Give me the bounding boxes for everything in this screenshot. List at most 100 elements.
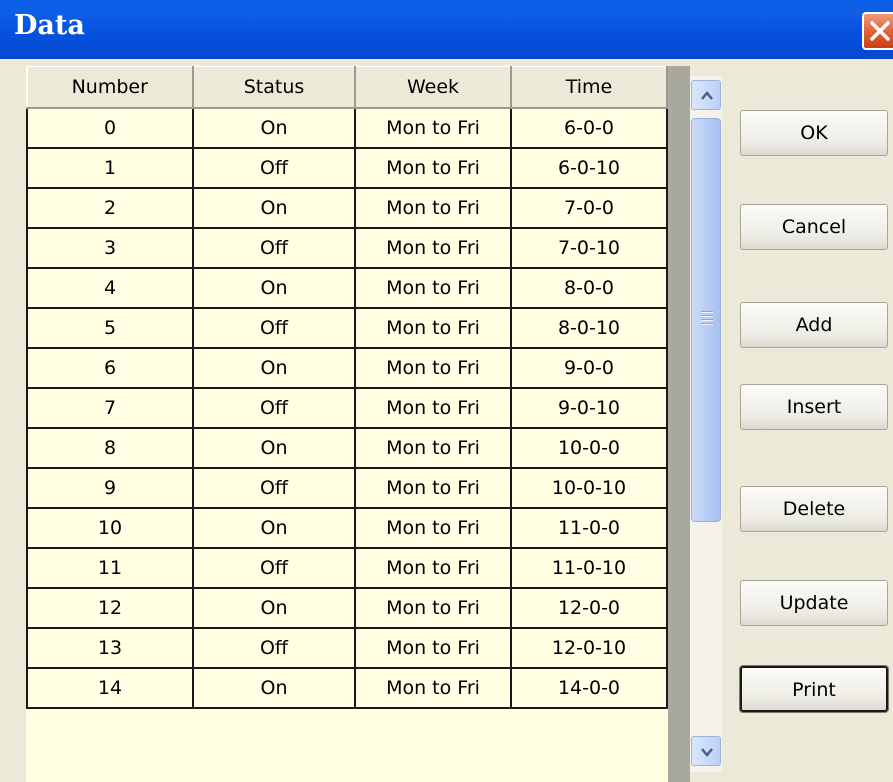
cell-number[interactable]: 8 — [26, 427, 194, 469]
cell-number[interactable]: 10 — [26, 507, 194, 549]
column-header-number[interactable]: Number — [26, 66, 194, 109]
table-row[interactable]: 5 Off Mon to Fri 8-0-10 — [26, 307, 668, 349]
cell-week[interactable]: Mon to Fri — [354, 427, 512, 469]
insert-button[interactable]: Insert — [740, 384, 888, 430]
header-row: Number Status Week Time — [26, 66, 668, 109]
close-icon — [870, 21, 890, 41]
cell-number[interactable]: 4 — [26, 267, 194, 309]
cell-time[interactable]: 9-0-10 — [510, 387, 668, 429]
cell-time[interactable]: 11-0-0 — [510, 507, 668, 549]
column-header-status[interactable]: Status — [192, 66, 356, 109]
scroll-up-button[interactable] — [691, 80, 721, 110]
cell-week[interactable]: Mon to Fri — [354, 627, 512, 669]
add-button[interactable]: Add — [740, 302, 888, 348]
cell-status[interactable]: On — [192, 107, 356, 149]
cell-week[interactable]: Mon to Fri — [354, 387, 512, 429]
table-row[interactable]: 7 Off Mon to Fri 9-0-10 — [26, 387, 668, 429]
cell-number[interactable]: 11 — [26, 547, 194, 589]
cell-status[interactable]: On — [192, 507, 356, 549]
column-header-week[interactable]: Week — [354, 66, 512, 109]
table-row[interactable]: 3 Off Mon to Fri 7-0-10 — [26, 227, 668, 269]
delete-button[interactable]: Delete — [740, 486, 888, 532]
table-row[interactable]: 13 Off Mon to Fri 12-0-10 — [26, 627, 668, 669]
cell-number[interactable]: 12 — [26, 587, 194, 629]
cell-status[interactable]: Off — [192, 387, 356, 429]
table-row[interactable]: 10 On Mon to Fri 11-0-0 — [26, 507, 668, 549]
cell-week[interactable]: Mon to Fri — [354, 267, 512, 309]
cell-status[interactable]: Off — [192, 547, 356, 589]
cell-week[interactable]: Mon to Fri — [354, 587, 512, 629]
print-button[interactable]: Print — [739, 665, 889, 713]
cell-week[interactable]: Mon to Fri — [354, 547, 512, 589]
cell-week[interactable]: Mon to Fri — [354, 227, 512, 269]
cell-week[interactable]: Mon to Fri — [354, 347, 512, 389]
title-bar: Data — [0, 0, 893, 59]
cell-number[interactable]: 13 — [26, 627, 194, 669]
table-row[interactable]: 1 Off Mon to Fri 6-0-10 — [26, 147, 668, 189]
cell-status[interactable]: On — [192, 427, 356, 469]
chevron-up-icon — [701, 91, 713, 100]
update-button[interactable]: Update — [740, 580, 888, 626]
cell-status[interactable]: Off — [192, 147, 356, 189]
window-title: Data — [14, 10, 85, 41]
cell-time[interactable]: 8-0-10 — [510, 307, 668, 349]
cell-number[interactable]: 5 — [26, 307, 194, 349]
table-row[interactable]: 9 Off Mon to Fri 10-0-10 — [26, 467, 668, 509]
table-row[interactable]: 0 On Mon to Fri 6-0-0 — [26, 107, 668, 149]
cell-status[interactable]: On — [192, 267, 356, 309]
cell-time[interactable]: 10-0-10 — [510, 467, 668, 509]
close-button[interactable] — [862, 12, 893, 50]
scroll-thumb[interactable] — [691, 118, 721, 522]
cell-week[interactable]: Mon to Fri — [354, 467, 512, 509]
cell-time[interactable]: 14-0-0 — [510, 667, 668, 709]
cell-week[interactable]: Mon to Fri — [354, 107, 512, 149]
cell-number[interactable]: 1 — [26, 147, 194, 189]
data-grid[interactable]: Number Status Week Time 0 On Mon to Fri … — [26, 66, 690, 782]
cell-status[interactable]: On — [192, 187, 356, 229]
column-header-time[interactable]: Time — [510, 66, 668, 109]
cell-time[interactable]: 8-0-0 — [510, 267, 668, 309]
cell-week[interactable]: Mon to Fri — [354, 187, 512, 229]
cell-time[interactable]: 6-0-10 — [510, 147, 668, 189]
table-row[interactable]: 12 On Mon to Fri 12-0-0 — [26, 587, 668, 629]
cell-week[interactable]: Mon to Fri — [354, 507, 512, 549]
table-row[interactable]: 8 On Mon to Fri 10-0-0 — [26, 427, 668, 469]
data-table: Number Status Week Time 0 On Mon to Fri … — [26, 66, 668, 709]
cell-number[interactable]: 2 — [26, 187, 194, 229]
cell-time[interactable]: 12-0-0 — [510, 587, 668, 629]
scroll-down-button[interactable] — [691, 736, 721, 766]
cell-status[interactable]: Off — [192, 307, 356, 349]
table-row[interactable]: 2 On Mon to Fri 7-0-0 — [26, 187, 668, 229]
cell-week[interactable]: Mon to Fri — [354, 147, 512, 189]
table-row[interactable]: 14 On Mon to Fri 14-0-0 — [26, 667, 668, 709]
table-row[interactable]: 4 On Mon to Fri 8-0-0 — [26, 267, 668, 309]
cell-status[interactable]: On — [192, 587, 356, 629]
cell-number[interactable]: 3 — [26, 227, 194, 269]
cell-status[interactable]: Off — [192, 627, 356, 669]
chevron-down-icon — [701, 748, 713, 757]
cell-number[interactable]: 14 — [26, 667, 194, 709]
cell-time[interactable]: 7-0-10 — [510, 227, 668, 269]
cell-status[interactable]: Off — [192, 467, 356, 509]
cell-status[interactable]: On — [192, 667, 356, 709]
cell-number[interactable]: 6 — [26, 347, 194, 389]
cell-time[interactable]: 11-0-10 — [510, 547, 668, 589]
vertical-scrollbar[interactable] — [690, 76, 722, 772]
cell-status[interactable]: On — [192, 347, 356, 389]
cell-week[interactable]: Mon to Fri — [354, 667, 512, 709]
cancel-button[interactable]: Cancel — [740, 204, 888, 250]
data-dialog: Data Number Status Week Time 0 On Mon to… — [0, 0, 893, 782]
cell-time[interactable]: 7-0-0 — [510, 187, 668, 229]
cell-time[interactable]: 12-0-10 — [510, 627, 668, 669]
cell-status[interactable]: Off — [192, 227, 356, 269]
cell-week[interactable]: Mon to Fri — [354, 307, 512, 349]
cell-time[interactable]: 6-0-0 — [510, 107, 668, 149]
table-row[interactable]: 6 On Mon to Fri 9-0-0 — [26, 347, 668, 389]
table-row[interactable]: 11 Off Mon to Fri 11-0-10 — [26, 547, 668, 589]
cell-number[interactable]: 0 — [26, 107, 194, 149]
cell-number[interactable]: 9 — [26, 467, 194, 509]
cell-time[interactable]: 10-0-0 — [510, 427, 668, 469]
cell-number[interactable]: 7 — [26, 387, 194, 429]
ok-button[interactable]: OK — [740, 110, 888, 156]
cell-time[interactable]: 9-0-0 — [510, 347, 668, 389]
